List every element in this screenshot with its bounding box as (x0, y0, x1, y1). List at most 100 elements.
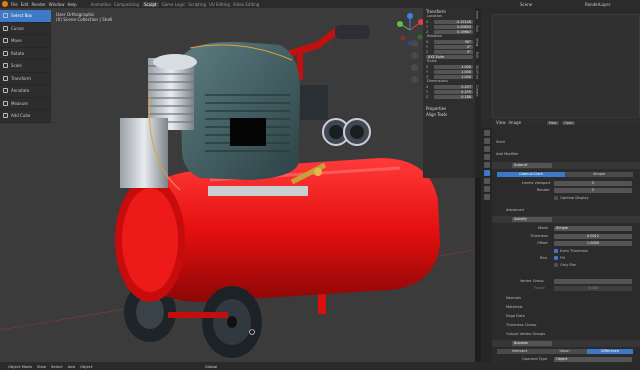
levels-viewport-field[interactable]: 2 (554, 181, 632, 186)
mode-select[interactable]: Simple (554, 226, 632, 231)
render-tab-icon[interactable] (483, 130, 490, 136)
tab-view[interactable]: View (475, 35, 479, 49)
scale-y-field[interactable]: 1.000 (434, 69, 473, 74)
fill-checkbox[interactable] (554, 256, 558, 260)
3d-viewport[interactable] (0, 8, 476, 362)
modifier-tab-icon[interactable] (483, 170, 490, 176)
advanced-section[interactable]: Advanced (506, 208, 524, 212)
tool-transform[interactable]: Transform (0, 73, 51, 85)
tool-annotate[interactable]: Annotate (0, 85, 51, 98)
viewport-info: User Orthographic (0) Scene Collection |… (56, 12, 112, 22)
tool-rotate[interactable]: Rotate (0, 48, 51, 60)
image-menu[interactable]: Image (509, 120, 522, 125)
render-levels-field[interactable]: 2 (554, 188, 632, 193)
materials-section[interactable]: Materials (506, 305, 522, 309)
menu-help[interactable]: Help (67, 2, 76, 7)
dimensions-y-field[interactable]: 0.259 (434, 89, 473, 94)
scene-selector[interactable]: Scene (520, 2, 532, 7)
tool-cursor[interactable]: Cursor (0, 23, 51, 35)
tool-move[interactable]: Move (0, 35, 51, 48)
physics-tab-icon[interactable] (483, 186, 490, 192)
even-thickness-checkbox[interactable] (554, 249, 558, 253)
mode-selector[interactable]: Object Mode (8, 364, 32, 369)
offset-field[interactable]: 1.0000 (554, 241, 632, 246)
normals-section[interactable]: Normals (506, 296, 521, 300)
output-tab-icon[interactable] (483, 138, 490, 144)
tool-select-box[interactable]: Select Box (0, 10, 51, 23)
tab-create[interactable]: Create (475, 82, 479, 100)
rotation-z-row: Z 0° (426, 49, 473, 54)
catmull-clark-option[interactable]: Catmull-Clark (497, 172, 565, 177)
rotation-y-field[interactable]: 0° (434, 44, 473, 49)
footer-select-menu[interactable]: Select (51, 364, 63, 369)
menu-edit[interactable]: Edit (21, 2, 29, 7)
footer-object-menu[interactable]: Object (80, 364, 92, 369)
material-tab-icon[interactable] (483, 194, 490, 200)
new-image-button[interactable]: New (547, 120, 559, 125)
footer-add-menu[interactable]: Add (68, 364, 75, 369)
tab-sculpt[interactable]: Sculpt (142, 1, 159, 7)
optimal-display-checkbox[interactable] (554, 196, 558, 200)
align-tools-header[interactable]: Align Tools (423, 111, 475, 117)
scale-z-field[interactable]: 1.000 (434, 74, 473, 79)
tab-game-logic[interactable]: Game Logic (162, 2, 186, 7)
view-layer-selector[interactable]: RenderLayer (585, 2, 610, 7)
tab-edit[interactable]: Edit (475, 49, 479, 62)
tab-compositing[interactable]: Compositing (114, 2, 139, 7)
thickness-clamp-section[interactable]: Thickness Clamp (506, 323, 536, 327)
tab-scripting[interactable]: Scripting (188, 2, 206, 7)
output-vertex-groups-section[interactable]: Output Vertex Groups (506, 332, 545, 336)
rotation-z-field[interactable]: 0° (434, 49, 473, 54)
open-image-button[interactable]: Open (561, 120, 576, 125)
menu-file[interactable]: File (11, 2, 18, 7)
tab-animation[interactable]: Animation (91, 2, 111, 7)
dimensions-x-field[interactable]: 0.297 (434, 84, 473, 89)
subsurf-name-field[interactable]: Subsurf (512, 163, 552, 168)
world-tab-icon[interactable] (483, 154, 490, 160)
edge-data-section[interactable]: Edge Data (506, 314, 525, 318)
location-x-field[interactable]: -0.12148 (434, 19, 473, 24)
footer-view-menu[interactable]: View (37, 364, 46, 369)
transform-icon (3, 75, 8, 81)
tool-scale[interactable]: Scale (0, 60, 51, 73)
vertex-group-field[interactable] (554, 279, 632, 284)
difference-option[interactable]: Difference (587, 349, 633, 354)
image-editor-canvas[interactable] (492, 14, 640, 118)
image-view-menu[interactable]: View (496, 120, 506, 125)
particles-tab-icon[interactable] (483, 178, 490, 184)
union-option[interactable]: Union (542, 349, 587, 354)
tab-video-editing[interactable]: Video Editing (233, 2, 259, 7)
factor-field[interactable]: 0.000 (554, 286, 632, 291)
zoom-icon[interactable] (411, 40, 418, 47)
menu-render[interactable]: Render (31, 2, 45, 7)
only-rim-checkbox[interactable] (554, 263, 558, 267)
location-y-field[interactable]: 0.00855 (434, 24, 473, 29)
intersect-option[interactable]: Intersect (497, 349, 542, 354)
blender-logo-icon[interactable] (2, 1, 8, 7)
dimensions-z-field[interactable]: 0.188 (434, 94, 473, 99)
scale-x-field[interactable]: 1.000 (434, 64, 473, 69)
tab-uv-editing[interactable]: UV Editing (209, 2, 230, 7)
pan-icon[interactable] (411, 52, 418, 59)
rotation-mode-select[interactable]: XYZ Euler (426, 54, 473, 59)
ortho-toggle-icon[interactable] (411, 76, 418, 83)
tab-3d-print[interactable]: 3D-Print (475, 62, 479, 82)
boolean-name-field[interactable]: Boolean (512, 341, 552, 346)
camera-view-icon[interactable] (411, 64, 418, 71)
tab-tool[interactable]: Tool (475, 22, 479, 35)
simple-option[interactable]: Simple (565, 172, 633, 177)
image-editor-header: View Image New Open (492, 119, 640, 126)
add-modifier-button[interactable]: Add Modifier (496, 152, 519, 156)
cursor-icon (3, 25, 8, 31)
location-z-field[interactable]: 0.19667 (434, 29, 473, 34)
scene-tab-icon[interactable] (483, 146, 490, 152)
rotation-x-field[interactable]: 90° (434, 39, 473, 44)
transform-orientation-select[interactable]: Global (205, 364, 217, 369)
tool-add-cube[interactable]: Add Cube (0, 110, 51, 123)
menu-window[interactable]: Window (49, 2, 65, 7)
tool-measure[interactable]: Measure (0, 98, 51, 110)
object-tab-icon[interactable] (483, 162, 490, 168)
solidify-name-field[interactable]: Solidify (512, 217, 552, 222)
tab-item[interactable]: Item (475, 8, 479, 22)
thickness-field[interactable]: 0.0012 (554, 234, 632, 239)
